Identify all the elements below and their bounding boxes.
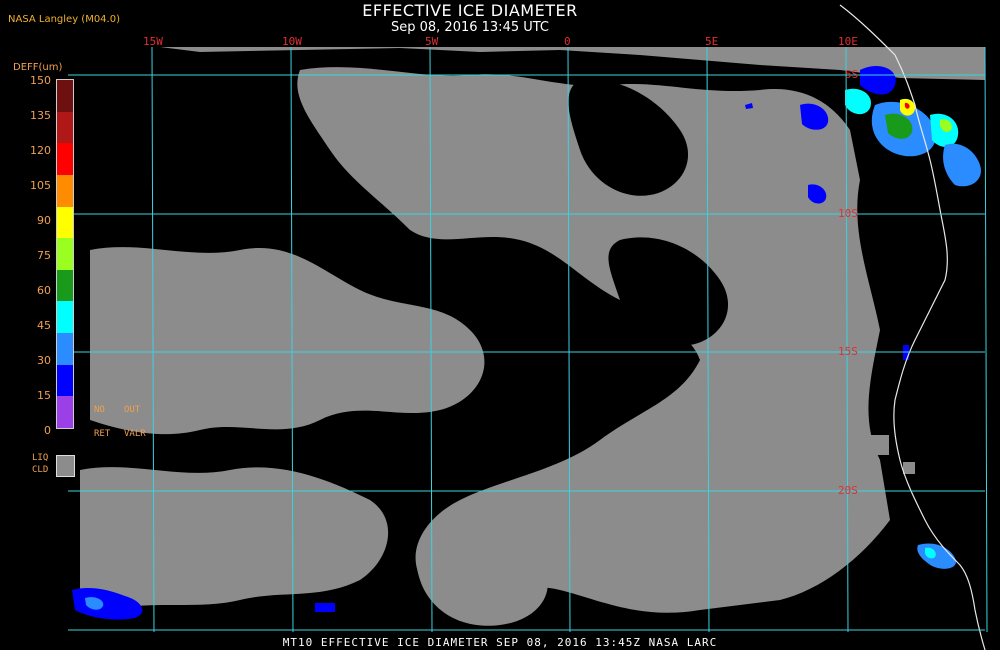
no-ret-label-2: RET [94, 429, 111, 439]
lon-label-15w: 15W [143, 35, 163, 48]
legend-tick-label: 90 [37, 214, 51, 227]
color-bar-segment [57, 111, 73, 144]
legend-tick-label: 150 [30, 74, 51, 87]
lon-label-10w: 10W [282, 35, 302, 48]
no-ret-label-1: NO [94, 405, 105, 415]
lon-label-5w: 5W [425, 35, 439, 48]
liquid-cloud-swatch [56, 455, 75, 477]
lon-label-0: 0 [564, 35, 571, 48]
legend-tick-label: 135 [30, 109, 51, 122]
legend-tick-label: 45 [37, 319, 51, 332]
color-bar-segment [57, 301, 73, 333]
lat-label-15s: 15S [838, 345, 858, 358]
color-bar-segment [57, 238, 73, 270]
satellite-map [68, 4, 988, 650]
liq-label: LIQ [32, 453, 49, 463]
legend-tick-label: 30 [37, 354, 51, 367]
color-bar-segment [57, 396, 73, 428]
legend-tick-label: 105 [30, 179, 51, 192]
lat-label-5s: 5S [845, 68, 859, 81]
color-bar-segment [57, 143, 73, 175]
legend-tick-label: 60 [37, 284, 51, 297]
color-bar-segment [57, 80, 73, 112]
cloud-field [80, 47, 985, 632]
color-bar-segment [57, 333, 73, 365]
out-val-label-1: OUT [124, 405, 141, 415]
legend-tick-label: 15 [37, 389, 51, 402]
cld-label: CLD [32, 465, 49, 475]
color-bar [56, 79, 74, 429]
lon-label-5e: 5E [705, 35, 719, 48]
lat-label-20s: 20S [838, 484, 858, 497]
lat-label-10s: 10S [838, 207, 858, 220]
color-bar-segment [57, 206, 73, 239]
legend-tick-label: 120 [30, 144, 51, 157]
out-val-label-2: VALR [124, 429, 146, 439]
legend-tick-label: 0 [44, 424, 51, 437]
color-bar-segment [57, 364, 73, 397]
legend-title: DEFF(um) [13, 62, 63, 73]
legend-tick-label: 75 [37, 249, 51, 262]
footer-caption: MT10 EFFECTIVE ICE DIAMETER SEP 08, 2016… [282, 636, 718, 649]
color-bar-segment [57, 174, 73, 207]
lon-label-10e: 10E [838, 35, 858, 48]
color-bar-segment [57, 269, 73, 302]
